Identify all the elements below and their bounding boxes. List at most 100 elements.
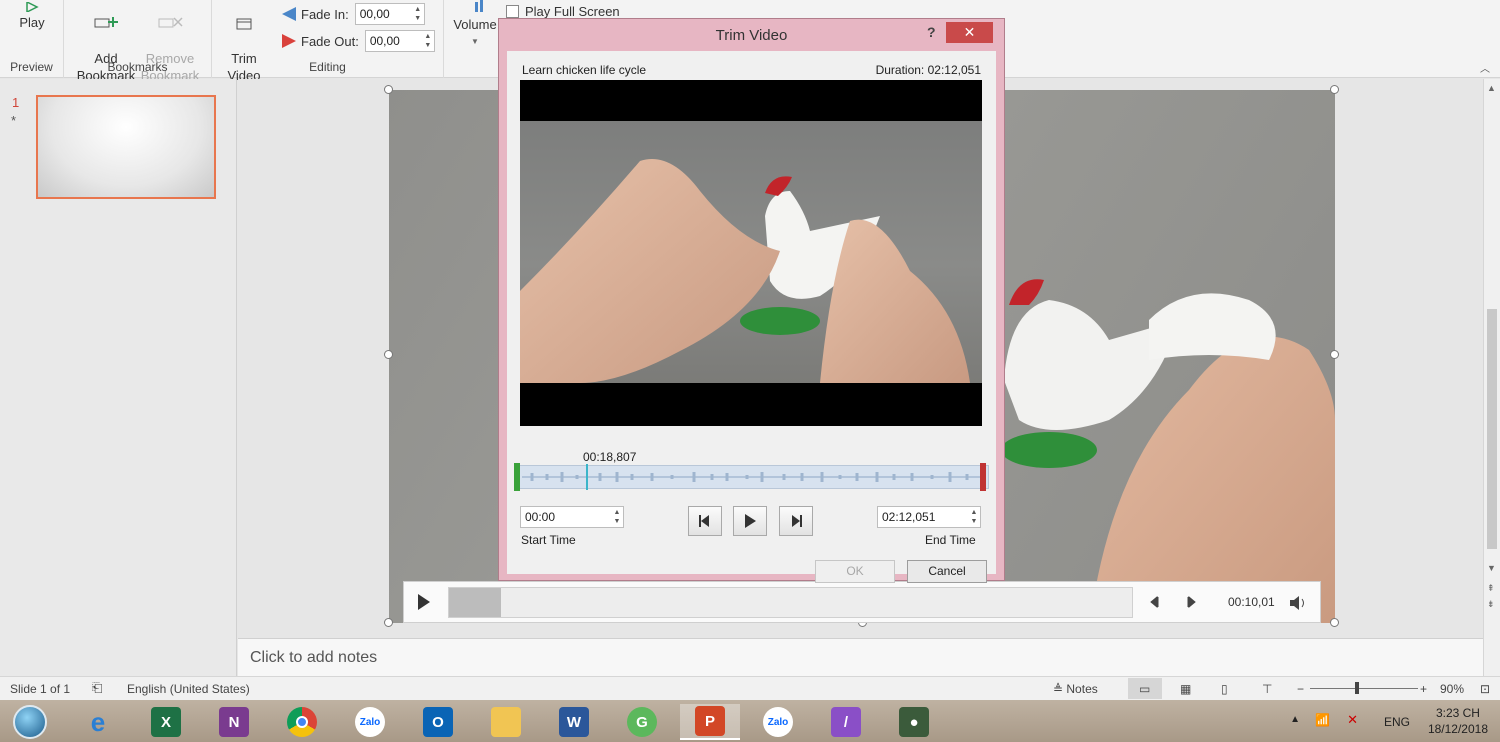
network-icon[interactable]: 📶 [1315, 713, 1330, 727]
zoom-in-icon[interactable]: + [1420, 682, 1427, 696]
trim-timeline[interactable] [515, 464, 989, 490]
slide-thumbnails-pane: 1 * [0, 79, 237, 676]
media-play-icon[interactable] [416, 593, 432, 611]
slide-sorter-view-icon[interactable]: ▦ [1180, 682, 1191, 696]
dialog-play-button[interactable] [733, 506, 767, 536]
end-time-input[interactable]: 02:12,051 ▲ ▼ [877, 506, 981, 528]
fade-out-spinner-icon[interactable]: ▲ ▼ [422, 32, 434, 50]
collapse-ribbon-icon[interactable]: ︿ [1480, 60, 1490, 75]
current-position-time: 00:18,807 [583, 450, 637, 464]
resize-handle[interactable] [1330, 350, 1339, 359]
play-full-screen-option[interactable]: Play Full Screen [506, 4, 620, 19]
scroll-up-icon[interactable]: ▲ [1487, 83, 1496, 93]
ok-button[interactable]: OK [815, 560, 895, 583]
slide-thumbnail[interactable] [36, 95, 216, 199]
bookmarks-group-label: Bookmarks [107, 60, 168, 74]
scroll-down-icon[interactable]: ▼ [1487, 563, 1496, 573]
previous-slide-icon[interactable]: ⇞ [1487, 583, 1495, 594]
end-trim-handle[interactable] [980, 463, 986, 491]
start-time-label: Start Time [521, 533, 576, 547]
close-button[interactable]: ✕ [946, 22, 993, 43]
remove-bookmark-icon [158, 17, 183, 28]
next-frame-button[interactable] [779, 506, 813, 536]
scroll-thumb[interactable] [1487, 309, 1497, 549]
fit-to-window-icon[interactable]: ⊡ [1480, 682, 1490, 696]
taskbar-outlook-icon[interactable]: O [408, 704, 468, 740]
cancel-button[interactable]: Cancel [907, 560, 987, 583]
taskbar-onenote-clipper-icon[interactable]: / [816, 704, 876, 740]
windows-logo-icon [13, 705, 47, 739]
clock-time: 3:23 CH [1435, 706, 1480, 720]
media-progress-fill [449, 588, 501, 617]
fade-in-spinner-icon[interactable]: ▲ ▼ [412, 5, 424, 23]
playhead-marker[interactable] [586, 464, 588, 490]
resize-handle[interactable] [384, 618, 393, 627]
volume-dropdown-icon: ▼ [471, 37, 479, 46]
play-full-screen-checkbox[interactable] [506, 5, 519, 18]
media-back-icon[interactable] [1148, 596, 1162, 608]
notes-pane[interactable]: Click to add notes [238, 638, 1483, 676]
notes-toggle-button[interactable]: ≜ Notes [1053, 682, 1098, 696]
taskbar-powerpoint-icon[interactable]: P [680, 704, 740, 740]
clock[interactable]: 3:23 CH 18/12/2018 [1428, 705, 1488, 737]
slideshow-view-icon[interactable]: ⊤ [1262, 682, 1272, 696]
dialog-titlebar[interactable]: Trim Video ? ✕ [499, 19, 1004, 51]
video-preview-image [520, 159, 970, 383]
fade-in-icon [282, 7, 296, 21]
play-icon [26, 2, 39, 12]
spelling-check-icon[interactable]: ⎗ [92, 680, 102, 696]
start-time-value: 00:00 [525, 510, 556, 524]
media-time: 00:10,01 [1228, 595, 1275, 609]
start-time-spinner-icon[interactable]: ▲ ▼ [611, 508, 623, 526]
resize-handle[interactable] [384, 85, 393, 94]
preview-group-label: Preview [10, 60, 53, 74]
taskbar-onenote-icon[interactable]: N [204, 704, 264, 740]
zoom-slider-thumb[interactable] [1355, 682, 1359, 694]
taskbar-ie-icon[interactable]: e [68, 704, 128, 740]
media-volume-icon[interactable] [1288, 595, 1308, 611]
previous-frame-icon [699, 515, 709, 527]
volume-label: Volume [453, 17, 497, 32]
slide-info: Slide 1 of 1 [10, 682, 71, 696]
fade-in-input[interactable]: 00,00 ▲ ▼ [354, 3, 425, 25]
input-language[interactable]: ENG [1384, 715, 1410, 729]
next-frame-icon [792, 515, 802, 527]
volume-icon [475, 0, 483, 12]
help-button[interactable]: ? [927, 24, 936, 40]
play-button[interactable]: Play [14, 2, 50, 31]
taskbar-file-explorer-icon[interactable] [476, 704, 536, 740]
language-status[interactable]: English (United States) [127, 682, 250, 696]
next-slide-icon[interactable]: ⇟ [1487, 599, 1495, 610]
resize-handle[interactable] [1330, 618, 1339, 627]
taskbar-excel-icon[interactable]: X [136, 704, 196, 740]
status-bar: Slide 1 of 1 ⎗ English (United States) ≜… [0, 676, 1500, 700]
fade-in-label: Fade In: [301, 6, 349, 22]
start-trim-handle[interactable] [514, 463, 520, 491]
reading-view-icon[interactable]: ▯ [1221, 682, 1228, 696]
fade-out-row: Fade Out: 00,00 ▲ ▼ [280, 30, 435, 52]
start-time-input[interactable]: 00:00 ▲ ▼ [520, 506, 624, 528]
tray-expand-icon[interactable]: ▲ [1290, 714, 1300, 725]
taskbar-greenshot-icon[interactable]: G [612, 704, 672, 740]
previous-frame-button[interactable] [688, 506, 722, 536]
taskbar-zalo-icon[interactable]: Zalo [340, 704, 400, 740]
normal-view-glyph-icon: ▭ [1139, 682, 1151, 696]
taskbar-zalo-icon[interactable]: Zalo [748, 704, 808, 740]
resize-handle[interactable] [1330, 85, 1339, 94]
media-progress-bar[interactable] [448, 587, 1133, 618]
fade-out-input[interactable]: 00,00 ▲ ▼ [364, 30, 435, 52]
vertical-scrollbar[interactable]: ▲ ▼ ⇞ ⇟ [1483, 79, 1500, 676]
clock-date: 18/12/2018 [1427, 722, 1488, 736]
start-button[interactable] [0, 704, 60, 740]
zoom-level[interactable]: 90% [1440, 682, 1464, 696]
taskbar-word-icon[interactable]: W [544, 704, 604, 740]
resize-handle[interactable] [384, 350, 393, 359]
zoom-out-icon[interactable]: − [1297, 682, 1304, 696]
media-forward-icon[interactable] [1184, 596, 1198, 608]
volume-muted-icon[interactable]: ✕ [1347, 712, 1358, 728]
end-time-spinner-icon[interactable]: ▲ ▼ [968, 508, 980, 526]
taskbar-camtasia-icon[interactable]: ● [884, 704, 944, 740]
zoom-slider[interactable] [1310, 688, 1418, 689]
volume-button[interactable]: Volume ▼ [451, 0, 499, 50]
taskbar-chrome-icon[interactable] [272, 704, 332, 740]
